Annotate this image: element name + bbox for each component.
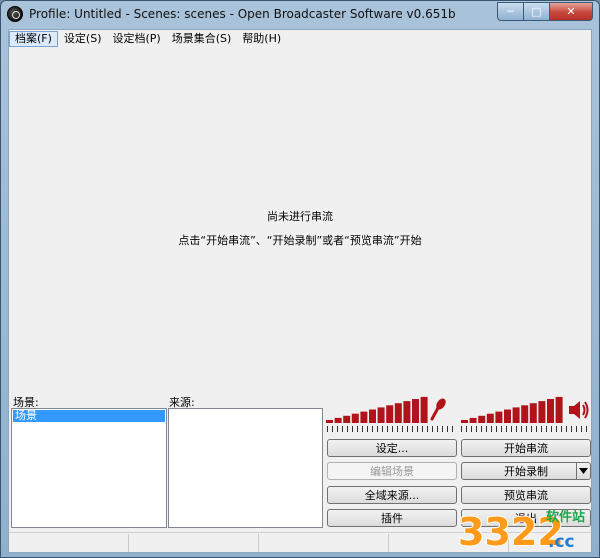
close-button[interactable]: ✕ <box>549 2 593 21</box>
edit-scene-button[interactable]: 编辑场景 <box>327 462 457 480</box>
meter-bar <box>495 411 503 423</box>
meter-bar <box>360 411 368 423</box>
meter-bar <box>326 420 333 423</box>
desktop-meter-ticks <box>461 426 589 432</box>
meter-bar <box>403 401 411 423</box>
minimize-button[interactable]: ─ <box>497 2 523 21</box>
meter-bar <box>334 417 342 423</box>
plugins-button[interactable]: 插件 <box>327 509 457 527</box>
menu-scene-collection[interactable]: 场景集合(S) <box>167 31 237 47</box>
microphone-icon <box>430 398 446 421</box>
scenes-list[interactable]: 场景 <box>11 408 167 528</box>
meter-bar <box>547 399 554 423</box>
window-title: Profile: Untitled - Scenes: scenes - Ope… <box>29 7 456 21</box>
start-recording-label: 开始录制 <box>504 465 548 478</box>
meter-bar <box>394 403 402 423</box>
microphone-meter-ticks <box>327 426 455 432</box>
meter-bar <box>469 417 477 423</box>
meter-bar <box>461 420 468 423</box>
meter-bar <box>555 396 563 423</box>
watermark-text: 软件站 <box>546 509 585 525</box>
obs-logo-icon[interactable] <box>7 6 23 22</box>
client-area: 档案(F) 设定(S) 设定档(P) 场景集合(S) 帮助(H) 尚未进行串流 … <box>8 29 592 553</box>
meter-bar <box>538 401 546 423</box>
watermark-suffix: .cc <box>548 532 575 552</box>
menu-file[interactable]: 档案(F) <box>9 31 58 47</box>
desktop-meter-bars <box>461 396 563 423</box>
menu-settings[interactable]: 设定(S) <box>59 31 107 47</box>
meter-bar <box>529 403 537 423</box>
meter-bar <box>386 405 394 423</box>
microphone-volume-meter[interactable] <box>326 395 454 423</box>
meter-bar <box>377 407 385 423</box>
obs-window: Profile: Untitled - Scenes: scenes - Ope… <box>0 0 600 558</box>
meter-bar <box>351 413 359 423</box>
meter-bar <box>478 415 486 423</box>
scene-item[interactable]: 场景 <box>13 410 165 422</box>
caption-buttons: ─ □ ✕ <box>497 2 593 21</box>
sources-list[interactable] <box>168 408 323 528</box>
start-streaming-button[interactable]: 开始串流 <box>461 439 591 457</box>
start-recording-button[interactable]: 开始录制 <box>461 462 591 480</box>
meter-bar <box>369 409 376 423</box>
preview-hint-text: 点击“开始串流”、“开始录制”或者“预览串流”开始 <box>178 234 422 247</box>
meter-bar <box>521 405 529 423</box>
menu-help[interactable]: 帮助(H) <box>237 31 286 47</box>
status-cell <box>9 534 129 552</box>
meter-bar <box>343 415 351 423</box>
title-bar[interactable]: Profile: Untitled - Scenes: scenes - Ope… <box>1 1 599 27</box>
menu-bar: 档案(F) 设定(S) 设定档(P) 场景集合(S) 帮助(H) <box>9 30 591 48</box>
settings-button[interactable]: 设定... <box>327 439 457 457</box>
menu-profiles[interactable]: 设定档(P) <box>108 31 166 47</box>
desktop-volume-meter[interactable] <box>461 395 589 423</box>
meter-bar <box>412 399 419 423</box>
speaker-icon <box>569 401 589 419</box>
meter-bar <box>512 407 520 423</box>
site-watermark-logo: 3322 软件站 .cc <box>457 509 585 555</box>
meter-bar <box>486 413 494 423</box>
status-cell <box>259 534 389 552</box>
preview-status-text: 尚未进行串流 <box>267 210 333 223</box>
preview-area: 尚未进行串流 点击“开始串流”、“开始录制”或者“预览串流”开始 <box>9 48 591 394</box>
meter-bar <box>504 409 511 423</box>
microphone-meter-bars <box>326 396 428 423</box>
global-sources-button[interactable]: 全域来源... <box>327 486 457 504</box>
status-cell <box>129 534 259 552</box>
recording-dropdown-arrow-icon[interactable] <box>576 463 590 479</box>
maximize-button[interactable]: □ <box>523 2 549 21</box>
meter-bar <box>420 396 428 423</box>
